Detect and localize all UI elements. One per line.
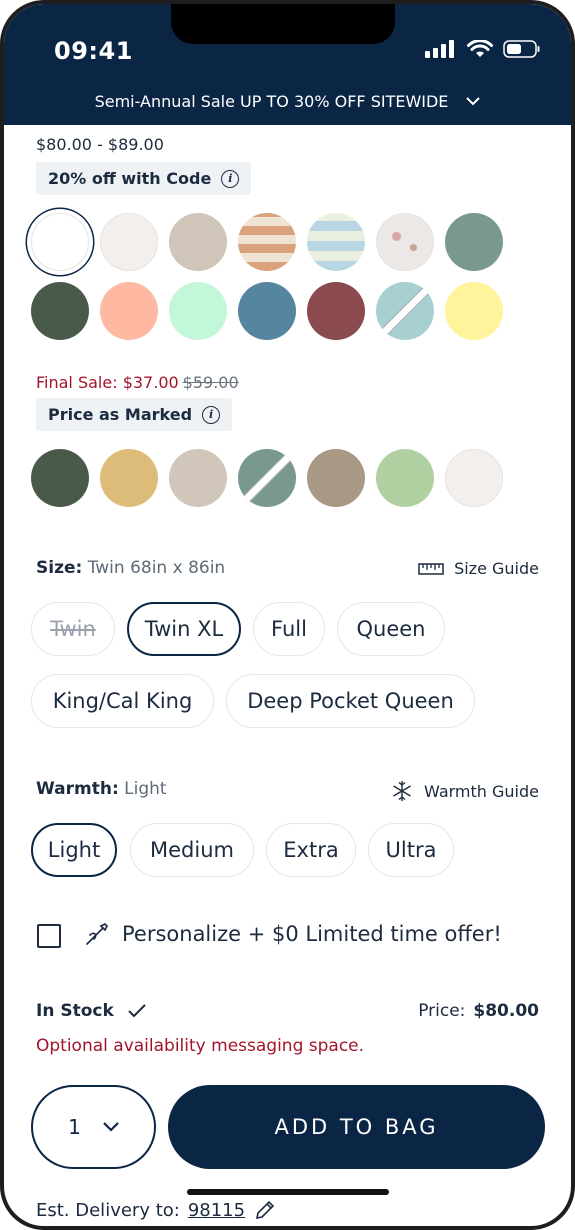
price-label: Price:	[418, 1001, 466, 1021]
color-swatch-mint[interactable]	[169, 282, 227, 340]
warmth-guide-label: Warmth Guide	[424, 781, 539, 801]
delivery-label: Est. Delivery to:	[36, 1199, 180, 1221]
size-option-queen[interactable]: Queen	[337, 602, 445, 656]
color-swatch-celery[interactable]	[376, 449, 434, 507]
wifi-icon	[467, 40, 493, 57]
unavailable-slash	[377, 283, 433, 339]
color-swatch-sage[interactable]	[445, 213, 503, 271]
availability-message: Optional availability messaging space.	[36, 1036, 365, 1056]
color-swatch-lemon[interactable]	[445, 282, 503, 340]
warmth-option-light[interactable]: Light	[31, 823, 117, 877]
phone-frame: 09:41 Semi-Annual Sale UP TO 30% OFF SIT…	[0, 0, 575, 1230]
info-icon[interactable]: i	[202, 405, 221, 424]
color-swatch-stone[interactable]	[169, 449, 227, 507]
personalize-text: Personalize + $0 Limited time offer!	[122, 922, 502, 946]
price-summary: Price: $80.00	[418, 1001, 539, 1021]
warmth-guide-link[interactable]: Warmth Guide	[390, 779, 539, 803]
pencil-icon[interactable]	[253, 1198, 277, 1222]
add-to-bag-button[interactable]: ADD TO BAG	[168, 1085, 545, 1169]
warmth-value: Light	[124, 779, 167, 799]
was-price: $59.00	[182, 373, 239, 392]
info-icon[interactable]: i	[221, 169, 240, 188]
color-swatch-aqua-unavailable[interactable]	[376, 282, 434, 340]
final-sale-label: Final Sale: $37.00	[36, 373, 179, 392]
color-swatch-cherry-blossom[interactable]	[376, 213, 434, 271]
color-swatch-forest[interactable]	[31, 282, 89, 340]
color-swatch-burgundy[interactable]	[307, 282, 365, 340]
needle-icon	[86, 923, 108, 945]
status-time: 09:41	[54, 37, 133, 65]
stock-label: In Stock	[36, 1001, 114, 1021]
size-option-twin-xl[interactable]: Twin XL	[127, 602, 241, 656]
color-swatch-sky-floral[interactable]	[307, 213, 365, 271]
delivery-zip[interactable]: 98115	[188, 1200, 245, 1221]
final-sale-price: Final Sale: $37.00 $59.00	[36, 373, 239, 392]
home-indicator	[187, 1189, 389, 1195]
color-swatch-taupe[interactable]	[307, 449, 365, 507]
personalize-checkbox[interactable]	[37, 924, 61, 948]
warmth-option-medium[interactable]: Medium	[130, 823, 254, 877]
promo-text: Semi-Annual Sale UP TO 30% OFF SITEWIDE	[94, 92, 449, 111]
battery-icon	[503, 40, 540, 58]
code-badge-label: 20% off with Code	[48, 169, 212, 188]
delivery-estimate: Est. Delivery to: 98115	[36, 1198, 277, 1222]
stock-status: In Stock	[36, 1001, 146, 1021]
quantity-value: 1	[68, 1115, 81, 1139]
size-value: Twin 68in x 86in	[87, 558, 226, 578]
quantity-select[interactable]: 1	[31, 1085, 156, 1169]
top-bar: 09:41 Semi-Annual Sale UP TO 30% OFF SIT…	[4, 4, 571, 125]
size-label-text: Size:	[36, 558, 83, 578]
chevron-down-icon	[103, 1122, 119, 1132]
warmth-option-extra[interactable]: Extra	[266, 823, 356, 877]
color-swatch-denim[interactable]	[238, 282, 296, 340]
color-swatch-cream[interactable]	[445, 449, 503, 507]
unavailable-slash	[239, 450, 295, 506]
color-swatch-cream[interactable]	[100, 213, 158, 271]
color-swatch-sage-unavailable[interactable]	[238, 449, 296, 507]
checkmark-icon	[128, 1004, 146, 1018]
notch	[171, 4, 395, 44]
size-guide-link[interactable]: Size Guide	[418, 559, 539, 578]
price-marked-label: Price as Marked	[48, 405, 193, 424]
size-option-full[interactable]: Full	[253, 602, 325, 656]
size-option-deep-pocket-queen[interactable]: Deep Pocket Queen	[226, 674, 475, 728]
price-marked-badge: Price as Marked i	[36, 398, 233, 431]
color-swatch-forest[interactable]	[31, 449, 89, 507]
snowflake-icon	[393, 781, 411, 801]
ruler-icon	[418, 562, 444, 575]
price-value: $80.00	[473, 1001, 539, 1021]
warmth-label-text: Warmth:	[36, 779, 119, 799]
color-swatch-peach[interactable]	[100, 282, 158, 340]
size-option-twin[interactable]: Twin	[31, 602, 115, 656]
personalize-option[interactable]: Personalize + $0 Limited time offer!	[84, 921, 502, 947]
promo-banner[interactable]: Semi-Annual Sale UP TO 30% OFF SITEWIDE	[4, 92, 571, 111]
color-swatch-floral-stripe[interactable]	[238, 213, 296, 271]
size-guide-label: Size Guide	[454, 559, 539, 578]
color-swatch-white[interactable]	[31, 213, 89, 271]
price-range: $80.00 - $89.00	[36, 135, 164, 154]
signal-icon	[425, 40, 454, 58]
code-badge: 20% off with Code i	[36, 162, 252, 195]
color-swatch-honey[interactable]	[100, 449, 158, 507]
chevron-down-icon	[466, 97, 481, 106]
size-option-king-cal-king[interactable]: King/Cal King	[31, 674, 214, 728]
status-icons	[425, 40, 541, 58]
color-swatch-stone[interactable]	[169, 213, 227, 271]
size-label: Size: Twin 68in x 86in	[36, 558, 225, 578]
warmth-label: Warmth: Light	[36, 779, 167, 799]
warmth-option-ultra[interactable]: Ultra	[368, 823, 454, 877]
